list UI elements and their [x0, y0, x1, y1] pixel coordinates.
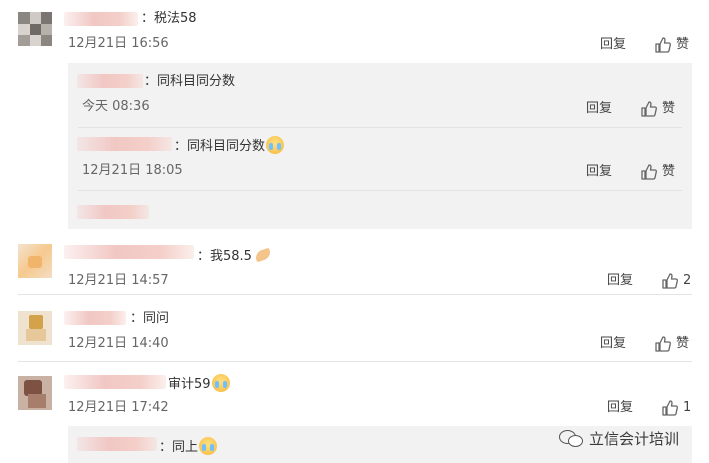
reply-button[interactable]: 回复 — [607, 273, 633, 289]
like-label: 赞 — [676, 336, 690, 351]
thumbs-up-icon — [662, 273, 678, 289]
like-label: 赞 — [662, 164, 676, 179]
reply-text-content: ：同上 — [159, 440, 199, 455]
thumbs-up-icon — [655, 336, 671, 352]
reply-button[interactable]: 回复 — [607, 400, 633, 416]
comment-time: 12月21日 17:42 — [68, 400, 169, 415]
like-count: 1 — [683, 400, 692, 415]
avatar[interactable] — [18, 244, 52, 278]
reply-button[interactable]: 回复 — [586, 164, 612, 180]
reply-button[interactable]: 回复 — [600, 37, 626, 53]
commenter-name[interactable] — [77, 137, 172, 151]
crying-emoji-icon — [199, 437, 218, 455]
watermark: 立信会计培训 — [559, 428, 679, 449]
comment-time: 12月21日 14:40 — [68, 336, 169, 351]
like-label: 赞 — [676, 37, 690, 52]
reply-time: 今天 08:36 — [82, 99, 150, 114]
commenter-name[interactable] — [77, 74, 143, 88]
watermark-text: 立信会计培训 — [589, 430, 680, 448]
avatar[interactable] — [18, 311, 52, 345]
reply-button[interactable]: 回复 — [600, 336, 626, 352]
commenter-name[interactable] — [64, 12, 138, 26]
comment-text: ：我58.5 — [197, 247, 275, 265]
divider — [78, 190, 682, 191]
divider — [18, 361, 692, 362]
thumbs-up-icon — [641, 101, 657, 117]
thumbs-up-icon — [662, 400, 678, 416]
like-count: 2 — [683, 273, 692, 288]
thumbs-up-icon — [641, 164, 657, 180]
reply-text: ：同科目同分数 — [174, 136, 285, 155]
crying-emoji-icon — [211, 374, 230, 392]
crying-emoji-icon — [266, 136, 285, 154]
reply-button[interactable]: 回复 — [586, 101, 612, 117]
comment-text: ：同问 — [130, 311, 170, 326]
divider — [78, 127, 682, 128]
like-label: 赞 — [662, 101, 676, 116]
commenter-name[interactable] — [77, 437, 157, 451]
commenter-name[interactable] — [64, 375, 166, 389]
reply-text: ：同上 — [159, 437, 218, 456]
divider — [18, 294, 692, 295]
comment-text-content: ：我58.5 — [197, 249, 252, 264]
avatar[interactable] — [18, 376, 52, 410]
commenter-name[interactable] — [64, 245, 194, 259]
avatar[interactable] — [18, 12, 52, 46]
reply-text-content: ：同科目同分数 — [174, 139, 266, 154]
clapping-hands-emoji-icon — [253, 247, 275, 263]
comment-text: ：税法58 — [141, 11, 197, 26]
reply-time: 12月21日 18:05 — [82, 163, 183, 178]
more-replies-link[interactable] — [77, 205, 149, 219]
comment-text: 审计59 — [168, 374, 230, 393]
wechat-icon — [559, 429, 585, 447]
reply-text: ：同科目同分数 — [144, 74, 236, 89]
comment-time: 12月21日 16:56 — [68, 36, 169, 51]
thumbs-up-icon — [655, 37, 671, 53]
commenter-name[interactable] — [64, 311, 126, 325]
comment-text-content: 审计59 — [168, 377, 211, 392]
comment-time: 12月21日 14:57 — [68, 273, 169, 288]
